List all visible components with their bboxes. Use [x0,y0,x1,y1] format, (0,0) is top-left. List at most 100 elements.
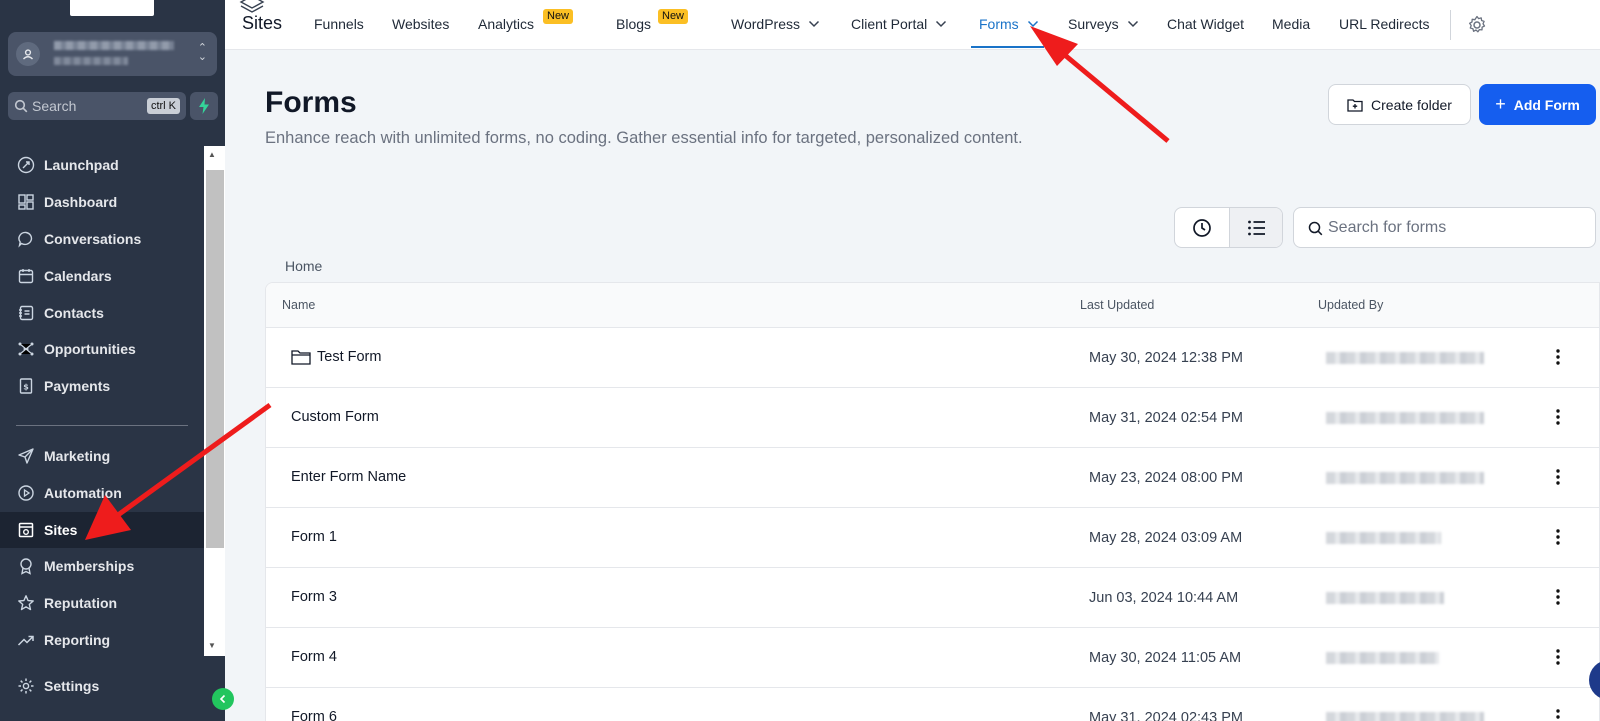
scroll-down-arrow-icon[interactable]: ▼ [208,641,216,650]
rocket-icon [16,155,36,175]
sidebar-search[interactable]: Search ctrl K [8,92,186,120]
form-name-cell[interactable]: Form 4 [291,649,337,665]
site-settings-button[interactable] [1466,14,1488,41]
row-actions-button[interactable] [1548,705,1568,721]
last-updated-cell: May 30, 2024 11:05 AM [1089,650,1242,666]
form-name-cell[interactable]: Form 3 [291,589,337,605]
sidebar-item-calendars[interactable]: Calendars [0,258,204,294]
quick-actions-button[interactable] [190,92,218,120]
row-actions-button[interactable] [1548,645,1568,669]
table-row[interactable]: Form 1 May 28, 2024 03:09 AM [266,508,1599,568]
star-icon [16,593,36,613]
tab-url-redirects[interactable]: URL Redirects [1339,16,1430,32]
updated-by-redacted [1326,592,1444,604]
sidebar-item-label: Contacts [44,305,104,321]
tab-client-portal[interactable]: Client Portal [851,16,947,32]
account-address-redacted [54,57,128,65]
table-header: Name Last Updated Updated By [266,283,1599,328]
form-name-cell[interactable]: Form 6 [291,709,337,721]
updated-by-redacted [1326,652,1439,664]
automation-icon [16,483,36,503]
tab-forms[interactable]: Forms [979,16,1039,32]
last-updated-cell: May 31, 2024 02:43 PM [1089,710,1243,721]
sidebar-item-dashboard[interactable]: Dashboard [0,184,204,220]
sidebar-item-opportunities[interactable]: Opportunities [0,331,204,367]
lightning-icon [199,98,209,114]
calendar-icon [16,266,36,286]
breadcrumb[interactable]: Home [285,258,322,274]
column-header-name[interactable]: Name [282,298,315,312]
chevron-down-icon [1127,20,1138,28]
search-forms-input[interactable] [1328,217,1578,239]
sidebar-item-conversations[interactable]: Conversations [0,221,204,257]
tab-media[interactable]: Media [1272,16,1310,32]
sidebar-item-reporting[interactable]: Reporting [0,622,204,658]
chevron-down-icon [1027,20,1038,28]
row-actions-button[interactable] [1548,405,1568,429]
account-switcher[interactable]: ⌃ ⌄ [8,32,217,76]
tab-surveys[interactable]: Surveys [1068,16,1139,32]
table-row[interactable]: Form 6 May 31, 2024 02:43 PM [266,688,1599,721]
create-folder-button[interactable]: Create folder [1328,84,1471,125]
tab-chat-widget[interactable]: Chat Widget [1167,16,1244,32]
sidebar-item-label: Settings [44,678,100,694]
table-row[interactable]: Custom Form May 31, 2024 02:54 PM [266,388,1599,448]
plus-icon: + [1495,94,1506,114]
clock-icon [1193,218,1211,237]
new-badge: New [658,9,689,24]
collapse-sidebar-button[interactable] [212,688,234,710]
more-vertical-icon [1556,649,1560,665]
row-actions-button[interactable] [1548,465,1568,489]
tab-analytics[interactable]: Analytics [478,16,534,32]
sidebar-item-payments[interactable]: $ Payments [0,368,204,404]
row-actions-button[interactable] [1548,585,1568,609]
more-vertical-icon [1556,469,1560,485]
sidebar-item-reputation[interactable]: Reputation [0,585,204,621]
sidebar-item-contacts[interactable]: Contacts [0,295,204,331]
recent-view-button[interactable] [1175,208,1229,247]
row-actions-button[interactable] [1548,345,1568,369]
form-name-cell[interactable]: Enter Form Name [291,469,406,485]
sidebar-item-sites[interactable]: Sites [0,512,204,548]
form-name-cell[interactable]: Custom Form [291,409,379,425]
sidebar-item-memberships[interactable]: Memberships [0,548,204,584]
sidebar-item-automation[interactable]: Automation [0,475,204,511]
sidebar-item-label: Reporting [44,632,111,648]
sidebar-item-label: Dashboard [44,194,118,210]
table-row[interactable]: Test Form May 30, 2024 12:38 PM [266,328,1599,388]
table-row[interactable]: Form 3 Jun 03, 2024 10:44 AM [266,568,1599,628]
badge-icon [16,556,36,576]
view-toggle [1174,207,1283,248]
sidebar-item-label: Memberships [44,558,135,574]
sidebar-scrollbar-thumb[interactable] [206,170,224,548]
tab-blogs[interactable]: Blogs [616,16,651,32]
gear-icon [16,676,36,696]
list-view-button[interactable] [1229,208,1282,247]
more-vertical-icon [1556,709,1560,719]
sidebar: ⌃ ⌄ Search ctrl K Launchpad Dashboard Con… [0,0,234,721]
column-header-last-updated[interactable]: Last Updated [1080,298,1154,312]
form-name-cell[interactable]: Form 1 [291,529,337,545]
tab-websites[interactable]: Websites [392,16,449,32]
search-shortcut-hint: ctrl K [146,98,180,114]
sidebar-item-marketing[interactable]: Marketing [0,438,204,474]
table-row[interactable]: Enter Form Name May 23, 2024 08:00 PM [266,448,1599,508]
scroll-up-arrow-icon[interactable]: ▲ [208,150,216,159]
column-header-updated-by[interactable]: Updated By [1318,298,1383,312]
table-row[interactable]: Form 4 May 30, 2024 11:05 AM [266,628,1599,688]
sidebar-item-settings[interactable]: Settings [0,668,204,704]
new-badge: New [543,9,574,24]
sidebar-item-label: Opportunities [44,341,136,357]
chevron-down-icon [808,20,820,28]
sidebar-item-label: Automation [44,485,122,501]
last-updated-cell: May 28, 2024 03:09 AM [1089,530,1243,546]
tab-wordpress[interactable]: WordPress [731,16,820,32]
sidebar-item-launchpad[interactable]: Launchpad [0,147,204,183]
form-name-cell[interactable]: Test Form [291,349,381,365]
add-form-button[interactable]: + Add Form [1479,84,1596,125]
tab-funnels[interactable]: Funnels [314,16,364,32]
chevron-updown-icon: ⌃ ⌄ [197,42,207,63]
row-actions-button[interactable] [1548,525,1568,549]
sidebar-search-placeholder: Search [32,98,77,114]
account-name-redacted [54,41,174,50]
